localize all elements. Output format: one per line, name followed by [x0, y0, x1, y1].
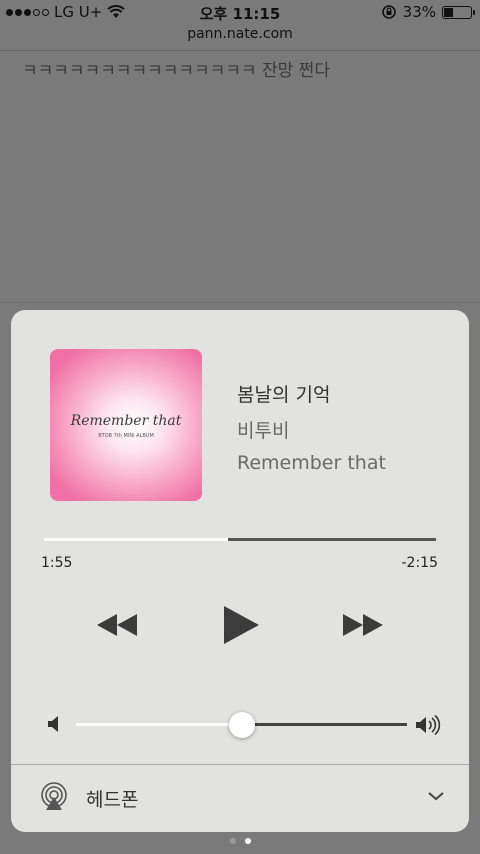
- fast-forward-icon[interactable]: [341, 610, 385, 640]
- rotation-lock-icon: [381, 5, 396, 19]
- now-playing-card: Remember that BTOB 7th MINI ALBUM 봄날의 기억…: [11, 310, 469, 832]
- battery-percent: 33%: [402, 3, 436, 21]
- volume-high-icon: [416, 714, 441, 736]
- track-info: 봄날의 기억 비투비 Remember that: [237, 380, 386, 474]
- album-art-title: Remember that: [70, 413, 182, 429]
- rewind-icon[interactable]: [95, 610, 139, 640]
- elapsed-time: 1:55: [41, 555, 73, 571]
- content-divider: [0, 302, 480, 303]
- song-title: 봄날의 기억: [237, 384, 331, 406]
- battery-icon: [442, 5, 475, 19]
- volume-low-icon: [48, 716, 58, 732]
- status-bar: LG U+ 오후 11:15 33%: [0, 0, 480, 26]
- playback-scrubber[interactable]: [44, 538, 436, 541]
- chevron-down-icon[interactable]: [427, 790, 445, 802]
- volume-knob[interactable]: [228, 712, 255, 738]
- artist-name: 비투비: [237, 420, 290, 442]
- route-divider: [11, 764, 469, 765]
- volume-fill: [76, 723, 242, 726]
- page-content-text: ㅋㅋㅋㅋㅋㅋㅋㅋㅋㅋㅋㅋㅋㅋㅋ 잔망 쩐다: [22, 61, 330, 81]
- page-dot-2: [244, 838, 251, 844]
- browser-divider: [0, 50, 480, 51]
- battery-group: 33%: [381, 3, 475, 21]
- album-name: Remember that: [237, 452, 386, 474]
- page-dot-1: [229, 838, 236, 844]
- album-art-subtitle: BTOB 7th MINI ALBUM: [98, 433, 154, 439]
- airplay-icon[interactable]: [39, 781, 69, 811]
- play-icon[interactable]: [221, 604, 261, 646]
- album-art: Remember that BTOB 7th MINI ALBUM: [50, 349, 202, 501]
- playback-progress-fill: [44, 538, 229, 541]
- page-indicator[interactable]: [0, 838, 480, 844]
- url-label[interactable]: pann.nate.com: [0, 26, 480, 42]
- remaining-time: -2:15: [401, 555, 439, 571]
- audio-route-label[interactable]: 헤드폰: [86, 785, 138, 812]
